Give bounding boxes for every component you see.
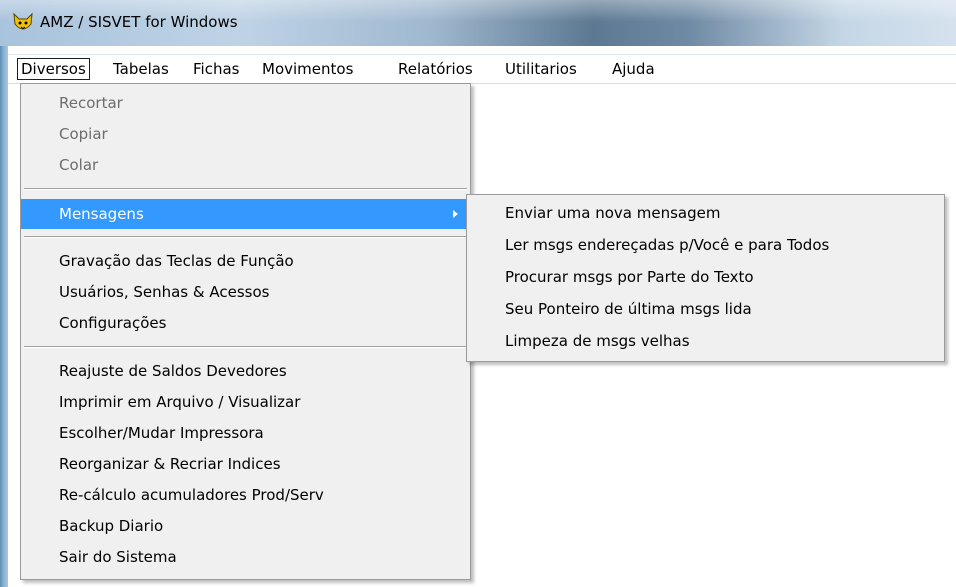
menu-item-reajuste-saldos[interactable]: Reajuste de Saldos Devedores bbox=[21, 356, 470, 386]
app-cat-icon bbox=[13, 12, 33, 30]
menu-separator bbox=[24, 236, 467, 238]
menu-movimentos[interactable]: Movimentos bbox=[258, 59, 357, 79]
menu-item-escolher-impressora[interactable]: Escolher/Mudar Impressora bbox=[21, 418, 470, 448]
menu-item-mensagens-label: Mensagens bbox=[59, 205, 144, 223]
submenu-item-ler-msgs[interactable]: Ler msgs endereçadas p/Você e para Todos bbox=[467, 230, 944, 261]
menu-diversos[interactable]: Diversos bbox=[17, 58, 90, 80]
menu-separator bbox=[24, 188, 467, 190]
menu-item-gravacao-teclas[interactable]: Gravação das Teclas de Função bbox=[21, 246, 470, 276]
submenu-item-ponteiro-msgs[interactable]: Seu Ponteiro de última msgs lida bbox=[467, 294, 944, 325]
menu-ajuda[interactable]: Ajuda bbox=[608, 59, 659, 79]
window-frame-left bbox=[0, 0, 8, 587]
menu-relatorios[interactable]: Relatórios bbox=[394, 59, 477, 79]
menu-item-backup-diario[interactable]: Backup Diario bbox=[21, 511, 470, 541]
menu-bar: Diversos Tabelas Fichas Movimentos Relat… bbox=[8, 54, 956, 84]
menu-item-recalculo-acumuladores[interactable]: Re-cálculo acumuladores Prod/Serv bbox=[21, 480, 470, 510]
menu-separator bbox=[24, 346, 467, 348]
menu-item-reorganizar-indices[interactable]: Reorganizar & Recriar Indices bbox=[21, 449, 470, 479]
submenu-item-limpeza-msgs[interactable]: Limpeza de msgs velhas bbox=[467, 326, 944, 357]
mensagens-submenu: Enviar uma nova mensagem Ler msgs endere… bbox=[466, 194, 945, 362]
submenu-item-enviar-mensagem[interactable]: Enviar uma nova mensagem bbox=[467, 198, 944, 229]
submenu-arrow-icon bbox=[453, 210, 458, 218]
menu-item-recortar[interactable]: Recortar bbox=[21, 88, 470, 118]
diversos-dropdown-menu: Recortar Copiar Colar Mensagens Gravação… bbox=[20, 83, 471, 580]
menu-tabelas[interactable]: Tabelas bbox=[109, 59, 173, 79]
menu-item-configuracoes[interactable]: Configurações bbox=[21, 308, 470, 338]
menu-utilitarios[interactable]: Utilitarios bbox=[501, 59, 581, 79]
menu-item-usuarios-senhas[interactable]: Usuários, Senhas & Acessos bbox=[21, 277, 470, 307]
menu-item-mensagens[interactable]: Mensagens bbox=[21, 199, 470, 229]
menu-item-imprimir-arquivo[interactable]: Imprimir em Arquivo / Visualizar bbox=[21, 387, 470, 417]
menu-item-copiar[interactable]: Copiar bbox=[21, 119, 470, 149]
window-title: AMZ / SISVET for Windows bbox=[40, 13, 238, 31]
title-bar[interactable]: AMZ / SISVET for Windows bbox=[0, 0, 956, 46]
menu-item-colar[interactable]: Colar bbox=[21, 150, 470, 180]
submenu-item-procurar-msgs[interactable]: Procurar msgs por Parte do Texto bbox=[467, 262, 944, 293]
menu-item-sair-sistema[interactable]: Sair do Sistema bbox=[21, 542, 470, 572]
menu-fichas[interactable]: Fichas bbox=[189, 59, 243, 79]
